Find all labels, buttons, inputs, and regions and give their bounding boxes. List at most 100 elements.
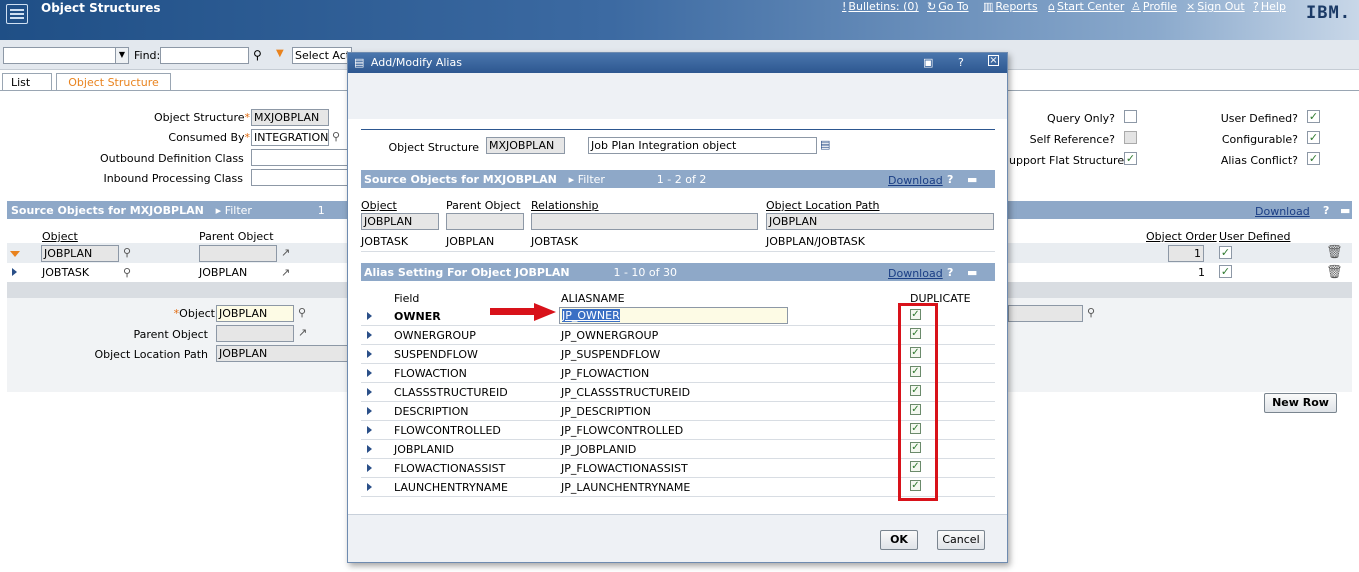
expand-row-icon[interactable]	[367, 369, 372, 377]
dialog-filter-path[interactable]: JOBPLAN	[766, 213, 994, 230]
dialog-col-path[interactable]: Object Location Path	[766, 199, 880, 212]
help-icon[interactable]: ?	[947, 266, 953, 279]
alias-download[interactable]: Download	[888, 267, 943, 280]
bulletins-link[interactable]: ! Bulletins: (0)	[842, 0, 919, 13]
link-icon[interactable]: ↗	[281, 266, 290, 279]
self-reference-label: Self Reference?	[1029, 133, 1115, 146]
query-select[interactable]: ▼	[3, 47, 129, 64]
outbound-class-field[interactable]	[251, 149, 348, 166]
object-structure-field[interactable]: MXJOBPLAN	[251, 109, 329, 126]
minimize-icon[interactable]: ▣	[923, 56, 933, 69]
search-icon[interactable]: ⚲	[123, 266, 131, 279]
download-link[interactable]: Download	[1255, 205, 1310, 218]
start-center-label: Start Center	[1056, 0, 1125, 13]
expand-row-icon[interactable]	[367, 331, 372, 339]
collapse-icon[interactable]: ▬	[967, 173, 977, 186]
search-icon[interactable]: ⚲	[332, 130, 340, 143]
find-label: Find:	[134, 49, 161, 62]
search-icon[interactable]: ⚲	[298, 306, 306, 319]
trash-icon[interactable]: 🗑	[1326, 265, 1343, 280]
start-center-link[interactable]: ⌂ Start Center	[1048, 0, 1124, 13]
close-icon[interactable]: ×	[988, 55, 999, 66]
trash-icon[interactable]: 🗑	[1326, 245, 1343, 260]
help-icon[interactable]: ?	[947, 173, 953, 186]
app-header: Object Structures ! Bulletins: (0) ↻ Go To…	[0, 0, 1359, 40]
outbound-class-label: Outbound Definition Class	[100, 152, 244, 165]
dialog-col-relationship[interactable]: Relationship	[531, 199, 599, 212]
detail-path-field[interactable]: JOBPLAN	[216, 345, 348, 362]
reports-link[interactable]: ▥ Reports	[983, 0, 1038, 13]
long-description-icon[interactable]: ▤	[820, 138, 830, 151]
new-row-button[interactable]: New Row	[1264, 393, 1337, 413]
link-icon[interactable]: ↗	[298, 326, 307, 339]
alias-row-aliasname-input[interactable]: JP_OWNER	[559, 307, 788, 324]
find-input[interactable]	[160, 47, 249, 64]
filter-order-field[interactable]: 1	[1168, 245, 1204, 262]
alias-setting-title: Alias Setting For Object JOBPLAN	[364, 266, 570, 279]
dialog-filter-object[interactable]: JOBPLAN	[361, 213, 439, 230]
inbound-class-field[interactable]	[251, 169, 348, 186]
search-icon[interactable]: ⚲	[1087, 306, 1095, 319]
sign-out-link[interactable]: × Sign Out	[1186, 0, 1245, 13]
configurable-label: Configurable?	[1221, 133, 1298, 146]
search-icon[interactable]: ⚲	[123, 246, 131, 259]
filter-object-field[interactable]: JOBPLAN	[41, 245, 119, 262]
detail-object-label: *Object	[140, 307, 215, 320]
col-object-header[interactable]: Object	[42, 230, 78, 243]
expand-row-icon[interactable]	[367, 445, 372, 453]
expand-row-icon[interactable]	[367, 407, 372, 415]
help-link[interactable]: ? Help	[1253, 0, 1286, 13]
dialog-filter-parent[interactable]	[446, 213, 524, 230]
row-user-defined-checkbox[interactable]: ✓	[1219, 265, 1232, 278]
help-icon[interactable]: ?	[958, 56, 964, 69]
filter-user-defined-checkbox[interactable]: ✓	[1219, 246, 1232, 259]
expand-row-icon[interactable]	[367, 464, 372, 472]
detail-parent-field[interactable]	[216, 325, 294, 342]
query-only-checkbox[interactable]	[1124, 110, 1137, 123]
filter-icon[interactable]: ▼	[276, 48, 284, 59]
tab-object-structure[interactable]: Object Structure	[56, 73, 171, 91]
consumed-by-field[interactable]: INTEGRATION	[251, 129, 329, 146]
configurable-checkbox[interactable]: ✓	[1307, 131, 1320, 144]
dialog-filter-relationship[interactable]	[531, 213, 758, 230]
detail-path-label: Object Location Path	[94, 348, 208, 361]
expand-row-icon[interactable]	[12, 268, 17, 276]
detail-right-field[interactable]	[1008, 305, 1083, 322]
expand-row-icon[interactable]	[367, 388, 372, 396]
dialog-col-object[interactable]: Object	[361, 199, 397, 212]
col-user-defined-header[interactable]: User Defined	[1219, 230, 1290, 243]
expand-row-icon[interactable]	[367, 426, 372, 434]
tab-list[interactable]: List	[2, 73, 52, 91]
filter-link[interactable]: ▸ Filter	[216, 204, 252, 217]
detail-object-field[interactable]: JOBPLAN	[216, 305, 294, 322]
expand-down-icon[interactable]	[10, 251, 20, 257]
flat-structure-checkbox[interactable]: ✓	[1124, 152, 1137, 165]
alias-conflict-label: Alias Conflict?	[1220, 154, 1298, 167]
collapse-icon[interactable]: ▬	[1340, 204, 1350, 217]
expand-row-icon[interactable]	[367, 350, 372, 358]
dialog-title: Add/Modify Alias	[370, 56, 462, 69]
cancel-button[interactable]: Cancel	[937, 530, 985, 550]
ok-button[interactable]: OK	[880, 530, 918, 550]
col-order-header[interactable]: Object Order	[1146, 230, 1217, 243]
filter-parent-field[interactable]	[199, 245, 277, 262]
dialog-os-field[interactable]: MXJOBPLAN	[486, 137, 565, 154]
select-action[interactable]: Select Action	[292, 47, 352, 64]
goto-link[interactable]: ↻ Go To	[927, 0, 969, 13]
user-defined-checkbox[interactable]: ✓	[1307, 110, 1320, 123]
dialog-filter-link[interactable]: ▸ Filter	[569, 173, 605, 186]
alias-conflict-checkbox[interactable]: ✓	[1307, 152, 1320, 165]
expand-row-icon[interactable]	[367, 483, 372, 491]
dialog-row-object: JOBTASK	[361, 235, 409, 248]
profile-link[interactable]: ♙ Profile	[1131, 0, 1177, 13]
dialog-filter-label: Filter	[577, 173, 605, 186]
binoculars-icon[interactable]: ⚲	[253, 48, 262, 62]
expand-row-icon[interactable]	[367, 312, 372, 320]
ibm-logo: IBM.	[1306, 3, 1351, 23]
dialog-os-description[interactable]: Job Plan Integration object	[588, 137, 817, 154]
collapse-icon[interactable]: ▬	[967, 266, 977, 279]
link-icon[interactable]: ↗	[281, 246, 290, 259]
col-parent-header: Parent Object	[199, 230, 274, 243]
dialog-source-download[interactable]: Download	[888, 174, 943, 187]
help-icon[interactable]: ?	[1323, 204, 1329, 217]
